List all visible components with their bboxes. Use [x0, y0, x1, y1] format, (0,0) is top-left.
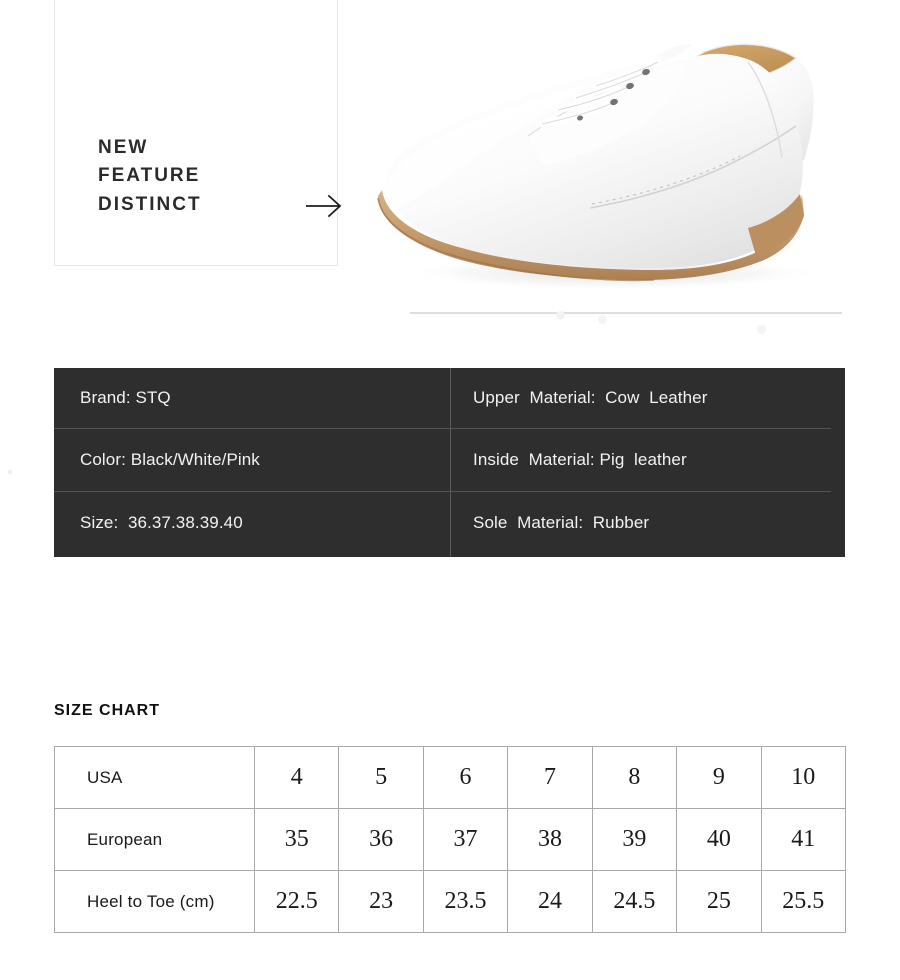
size-chart-heading: SIZE CHART — [54, 702, 160, 719]
hero-banner: NEW FEATURE DISTINCT — [0, 0, 900, 340]
table-row: European 35 36 37 38 39 40 41 — [54, 808, 847, 871]
size-cell: 24 — [507, 870, 593, 933]
size-cell: 37 — [422, 808, 509, 871]
size-cell: 4 — [253, 746, 340, 809]
size-row-label: USA — [54, 746, 255, 809]
size-cell: 36 — [338, 808, 424, 871]
size-cell: 41 — [760, 808, 847, 871]
spec-row-upper-material: Upper Material: Cow Leather — [473, 388, 708, 407]
size-cell: 9 — [676, 746, 762, 809]
size-cell: 8 — [591, 746, 678, 809]
product-spec-table: Brand: STQ Color: Black/White/Pink Size:… — [54, 368, 845, 557]
image-artifact — [598, 315, 607, 324]
spec-row-inside-material: Inside Material: Pig leather — [451, 428, 831, 491]
spec-row-size: Size: 36.37.38.39.40 — [54, 491, 450, 554]
size-row-label: Heel to Toe (cm) — [54, 870, 255, 933]
spec-row-brand: Brand: STQ — [80, 388, 171, 407]
size-cell: 23.5 — [422, 870, 509, 933]
photo-divider — [410, 312, 842, 314]
size-cell: 39 — [591, 808, 678, 871]
promo-headline: NEW FEATURE DISTINCT — [98, 136, 202, 215]
size-cell: 35 — [253, 808, 340, 871]
table-row: USA 4 5 6 7 8 9 10 — [54, 746, 847, 809]
size-row-label: European — [54, 808, 255, 871]
size-cell: 25.5 — [760, 870, 847, 933]
size-cell: 7 — [507, 746, 593, 809]
image-artifact — [757, 325, 766, 334]
size-chart-table: USA 4 5 6 7 8 9 10 European 35 36 37 38 … — [54, 746, 847, 933]
size-cell: 10 — [760, 746, 847, 809]
size-cell: 6 — [422, 746, 509, 809]
spec-row-sole-material: Sole Material: Rubber — [451, 491, 831, 554]
arrow-right-icon[interactable] — [305, 194, 345, 218]
promo-panel: NEW FEATURE DISTINCT — [54, 0, 342, 266]
size-cell: 40 — [676, 808, 762, 871]
product-photo — [352, 0, 900, 318]
size-cell: 23 — [338, 870, 424, 933]
size-cell: 24.5 — [591, 870, 678, 933]
promo-panel-content: NEW FEATURE DISTINCT — [98, 134, 325, 220]
spec-column-right: Upper Material: Cow Leather Inside Mater… — [450, 368, 845, 557]
size-cell: 38 — [507, 808, 593, 871]
size-cell: 25 — [676, 870, 762, 933]
spec-row-color: Color: Black/White/Pink — [54, 428, 450, 491]
page-artifact — [8, 470, 12, 474]
spec-column-left: Brand: STQ Color: Black/White/Pink Size:… — [54, 368, 450, 557]
image-artifact — [556, 311, 565, 320]
table-row: Heel to Toe (cm) 22.5 23 23.5 24 24.5 25… — [54, 870, 847, 933]
product-detail-page: NEW FEATURE DISTINCT Brand: STQ Color: B… — [0, 0, 900, 980]
size-cell: 5 — [338, 746, 424, 809]
size-cell: 22.5 — [253, 870, 340, 933]
